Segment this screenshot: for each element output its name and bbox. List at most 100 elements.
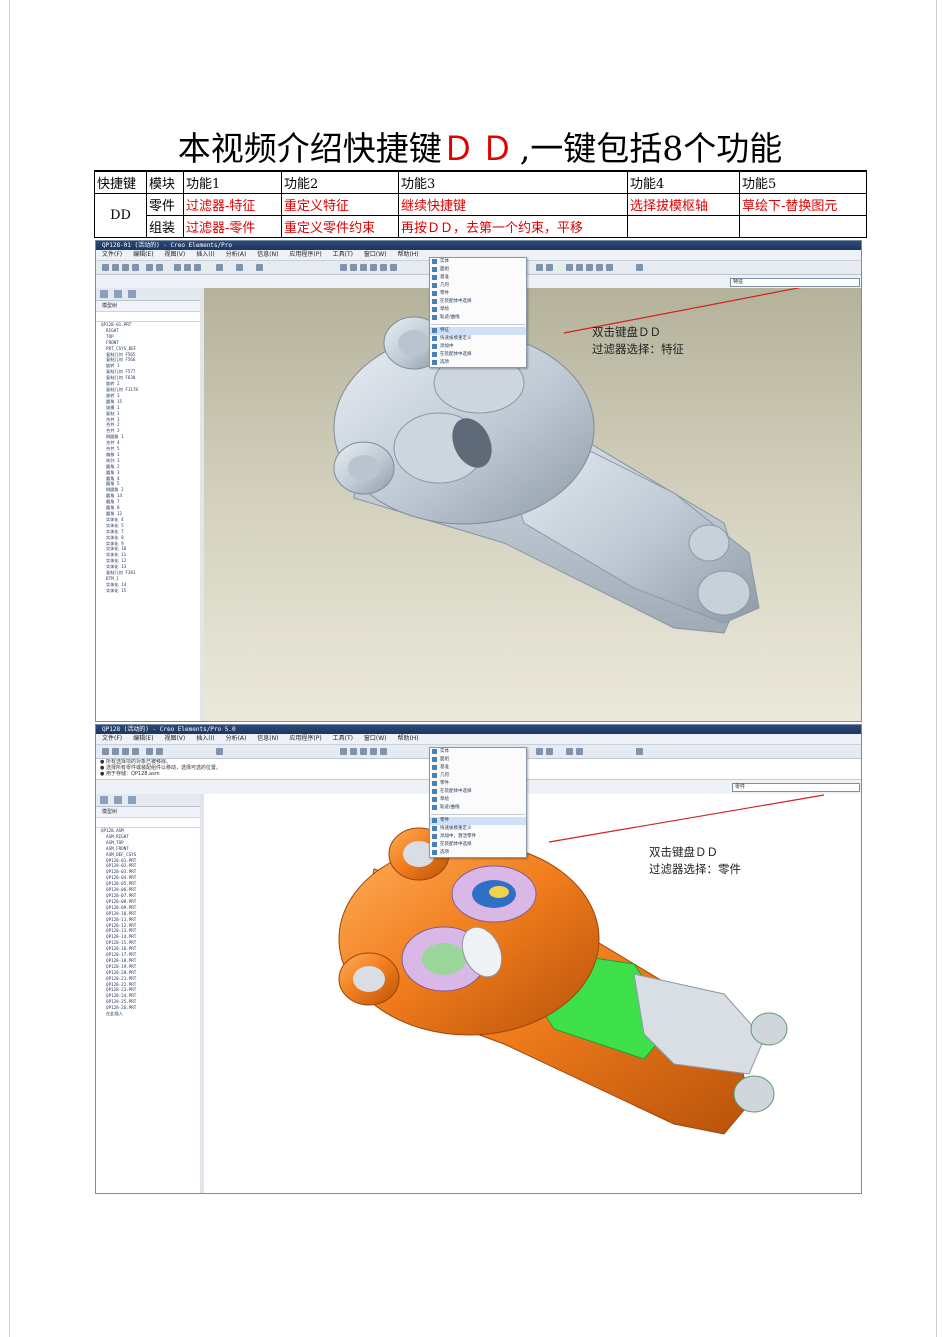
menu-file[interactable]: 文件(F) (102, 735, 122, 742)
select-box-icon[interactable] (256, 264, 263, 271)
menu-file[interactable]: 文件(F) (102, 251, 122, 258)
extrude-icon[interactable] (576, 264, 583, 271)
filter-option[interactable]: 面组 (430, 756, 526, 764)
filter-option[interactable]: 添加中，激活零件 (430, 833, 526, 841)
repaint-icon[interactable] (340, 264, 347, 271)
filter-option[interactable]: 在装配体中选择 (430, 351, 526, 359)
redo-icon[interactable] (156, 264, 163, 271)
save-icon[interactable] (122, 748, 129, 755)
filter-option[interactable]: 基准 (430, 764, 526, 772)
selection-filter-dropdown[interactable]: 特征 (730, 278, 860, 287)
print-icon[interactable] (132, 264, 139, 271)
menu-tools[interactable]: 工具(T) (333, 251, 353, 258)
datum-axis-icon[interactable] (546, 748, 553, 755)
redo-icon[interactable] (156, 748, 163, 755)
tree-item[interactable]: 在此插入 (101, 1011, 200, 1017)
filter-option[interactable]: 轨迹/曲线 (430, 804, 526, 812)
menu-info[interactable]: 信息(N) (257, 735, 278, 742)
menu-window[interactable]: 窗口(W) (364, 251, 387, 258)
folder-browser-tab-icon[interactable] (114, 290, 122, 298)
filter-option[interactable]: 实体 (430, 748, 526, 756)
menu-view[interactable]: 视图(V) (164, 251, 185, 258)
favorites-tab-icon[interactable] (128, 290, 136, 298)
model-tree-tab-icon[interactable] (100, 290, 108, 298)
repaint-icon[interactable] (340, 748, 347, 755)
filter-option[interactable]: 轨迹/曲线 (430, 314, 526, 322)
filter-option[interactable]: 快速拔模重定义 (430, 825, 526, 833)
sweep-icon[interactable] (596, 264, 603, 271)
filter-option[interactable]: 在装配体中选择 (430, 298, 526, 306)
menu-applications[interactable]: 应用程序(P) (289, 251, 321, 258)
tree-search-bar[interactable] (96, 818, 200, 828)
model-tree-tab-icon[interactable] (100, 796, 108, 804)
menu-insert[interactable]: 插入(I) (196, 735, 214, 742)
graphics-viewport[interactable]: 实体 面组 基准 几何 零件 在装配体中选择 草绘 轨迹/曲线 零件 快速拔模重… (204, 747, 861, 1193)
datum-axis-icon[interactable] (546, 264, 553, 271)
zoom-out-icon[interactable] (380, 264, 387, 271)
filter-option[interactable]: 草绘 (430, 306, 526, 314)
undo-icon[interactable] (146, 264, 153, 271)
menu-analysis[interactable]: 分析(A) (226, 251, 247, 258)
filter-option-selected[interactable]: 特征 (430, 327, 526, 335)
filter-option[interactable]: 添加中 (430, 343, 526, 351)
menu-help[interactable]: 帮助(H) (397, 251, 418, 258)
menu-view[interactable]: 视图(V) (164, 735, 185, 742)
print-icon[interactable] (132, 748, 139, 755)
orient-icon[interactable] (350, 264, 357, 271)
datum-plane-icon[interactable] (536, 748, 543, 755)
filter-option[interactable]: 几何 (430, 772, 526, 780)
regenerate-icon[interactable] (216, 748, 223, 755)
assemble-icon[interactable] (566, 748, 573, 755)
tree-item[interactable]: 实体化 15 (101, 588, 200, 594)
menu-info[interactable]: 信息(N) (257, 251, 278, 258)
new-file-icon[interactable] (102, 748, 109, 755)
undo-icon[interactable] (146, 748, 153, 755)
open-file-icon[interactable] (112, 264, 119, 271)
tree-search-bar[interactable] (96, 312, 200, 322)
create-component-icon[interactable] (576, 748, 583, 755)
cut-icon[interactable] (174, 264, 181, 271)
datum-plane-icon[interactable] (536, 264, 543, 271)
menu-insert[interactable]: 插入(I) (196, 251, 214, 258)
zoom-out-icon[interactable] (380, 748, 387, 755)
save-icon[interactable] (122, 264, 129, 271)
filter-option[interactable]: 零件 (430, 780, 526, 788)
filter-option[interactable]: 基准 (430, 274, 526, 282)
menu-edit[interactable]: 编辑(E) (133, 251, 153, 258)
filter-option[interactable]: 实体 (430, 258, 526, 266)
selection-filter-dropdown[interactable]: 零件 (732, 783, 860, 792)
filter-option[interactable]: 草绘 (430, 796, 526, 804)
sketch-icon[interactable] (566, 264, 573, 271)
filter-option[interactable]: 在装配体中选择 (430, 841, 526, 849)
menu-edit[interactable]: 编辑(E) (133, 735, 153, 742)
new-file-icon[interactable] (102, 264, 109, 271)
favorites-tab-icon[interactable] (128, 796, 136, 804)
shading-icon[interactable] (360, 264, 367, 271)
zoom-in-icon[interactable] (370, 748, 377, 755)
filter-option[interactable]: 选项 (430, 359, 526, 367)
filter-option-selected[interactable]: 零件 (430, 817, 526, 825)
copy-icon[interactable] (184, 264, 191, 271)
menu-applications[interactable]: 应用程序(P) (289, 735, 321, 742)
assembly-3d-view[interactable] (204, 794, 861, 1193)
filter-option[interactable]: 零件 (430, 290, 526, 298)
menu-help[interactable]: 帮助(H) (397, 735, 418, 742)
blend-icon[interactable] (606, 264, 613, 271)
graphics-viewport[interactable]: 实体 面组 基准 几何 零件 在装配体中选择 草绘 轨迹/曲线 特征 快速拔模重… (204, 257, 861, 721)
menu-window[interactable]: 窗口(W) (364, 735, 387, 742)
filter-option[interactable]: 面组 (430, 266, 526, 274)
open-file-icon[interactable] (112, 748, 119, 755)
filter-option[interactable]: 选项 (430, 849, 526, 857)
find-icon[interactable] (236, 264, 243, 271)
paste-icon[interactable] (194, 264, 201, 271)
zoom-in-icon[interactable] (370, 264, 377, 271)
menu-tools[interactable]: 工具(T) (333, 735, 353, 742)
help-icon[interactable] (636, 748, 643, 755)
help-icon[interactable] (636, 264, 643, 271)
menu-analysis[interactable]: 分析(A) (226, 735, 247, 742)
model-3d-view[interactable] (204, 282, 861, 721)
revolve-icon[interactable] (586, 264, 593, 271)
filter-option[interactable]: 快速拔模重定义 (430, 335, 526, 343)
shading-icon[interactable] (360, 748, 367, 755)
filter-option[interactable]: 几何 (430, 282, 526, 290)
